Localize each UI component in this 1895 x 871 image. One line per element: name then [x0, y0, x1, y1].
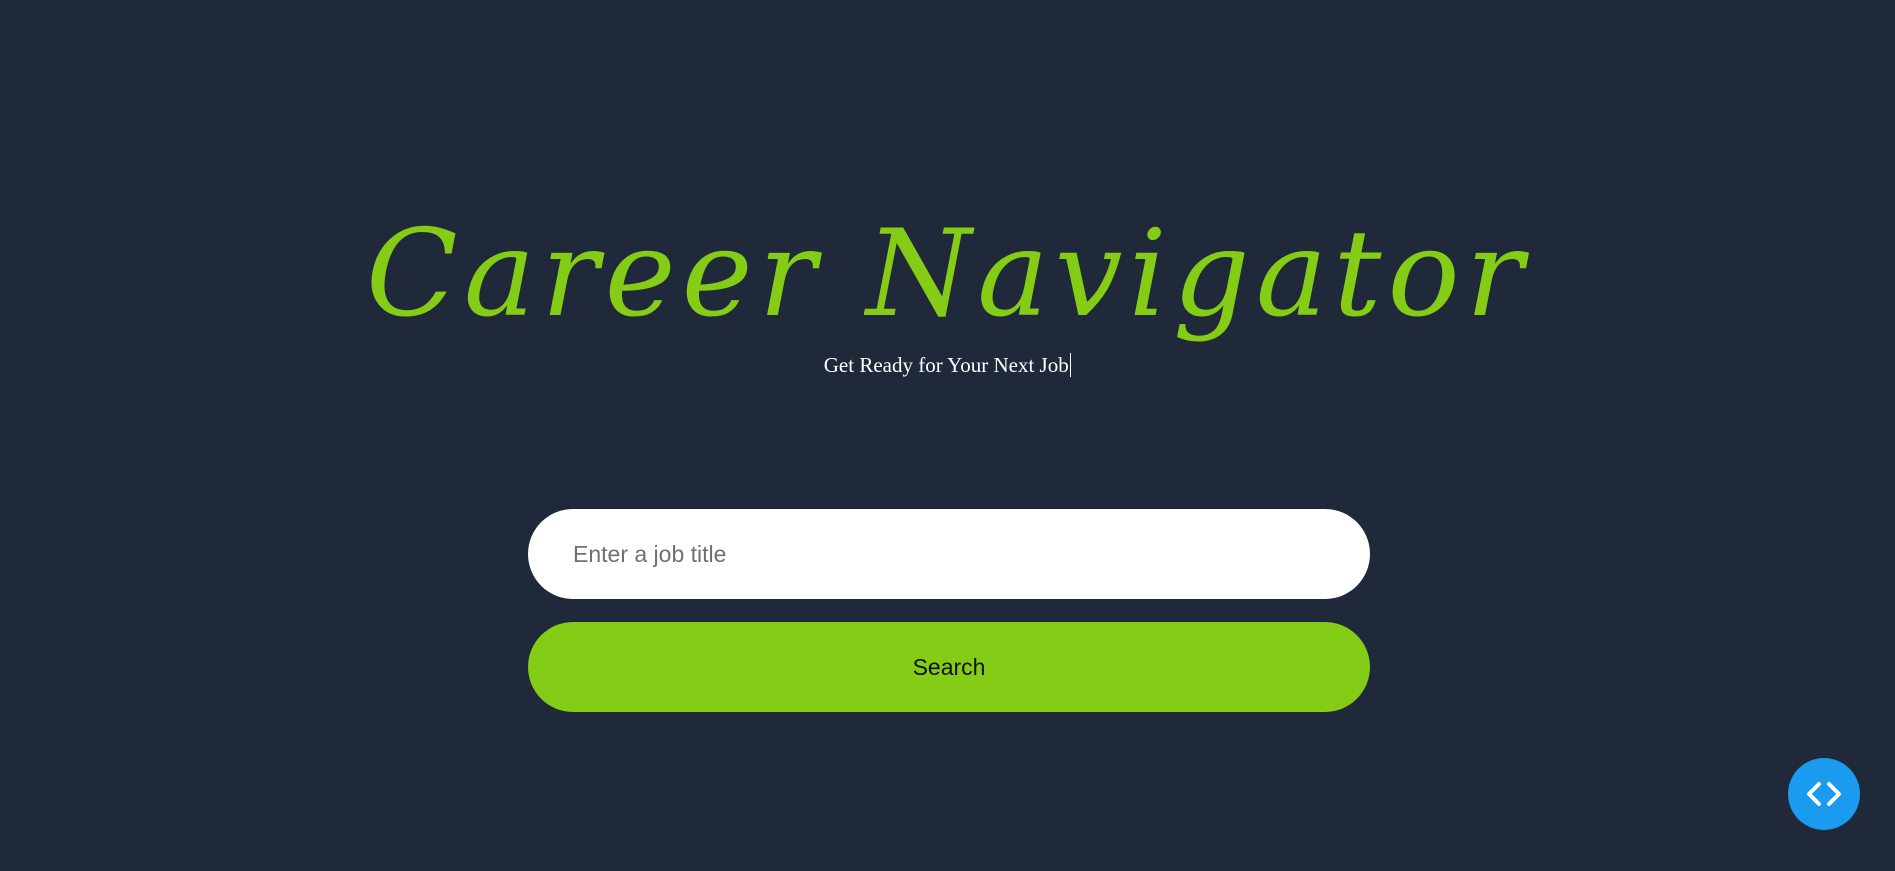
subtitle: Get Ready for Your Next Job — [823, 353, 1069, 377]
subtitle-row: Get Ready for Your Next Job — [0, 350, 1895, 380]
code-toggle-button[interactable] — [1788, 758, 1860, 830]
code-icon — [1800, 780, 1848, 808]
job-title-input[interactable] — [528, 509, 1370, 599]
search-button[interactable]: Search — [528, 622, 1370, 712]
text-caret — [1069, 353, 1072, 377]
page-title: Career Navigator — [365, 205, 1530, 344]
hero: Career Navigator Get Ready for Your Next… — [0, 200, 1895, 380]
